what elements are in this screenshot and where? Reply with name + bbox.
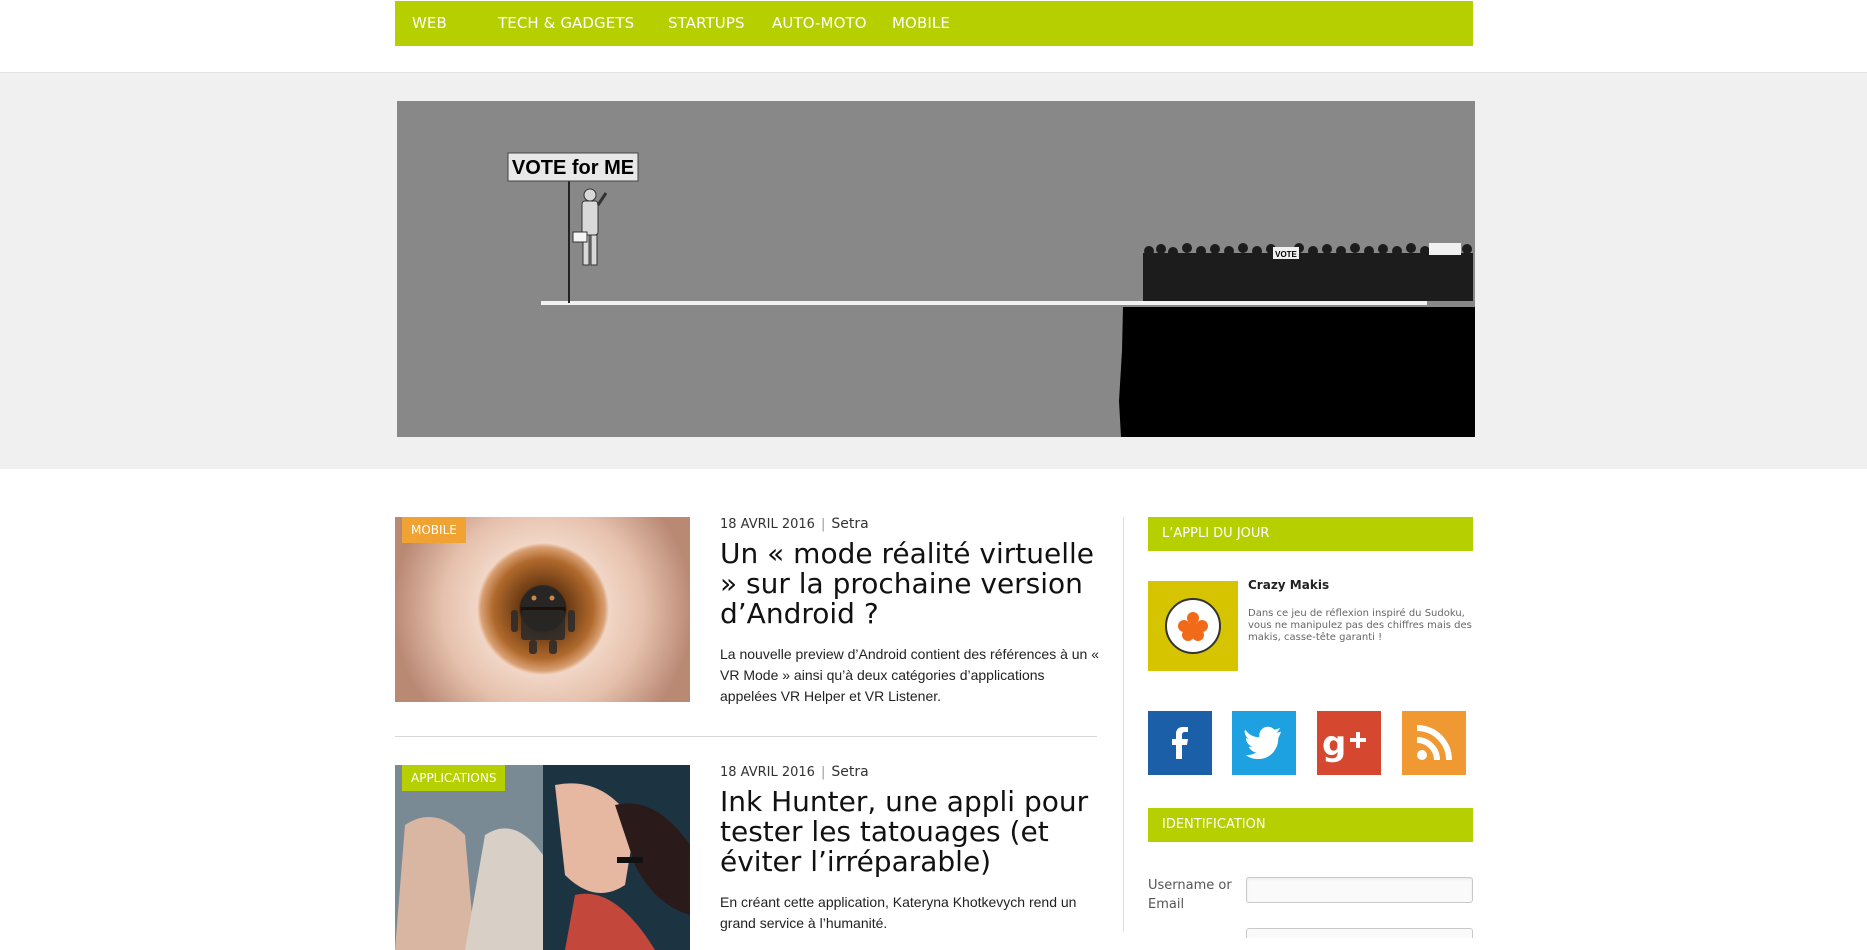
article-meta: 18 AVRIL 2016 | Setra [720,764,869,780]
article-date: 18 AVRIL 2016 [720,765,815,780]
category-badge[interactable]: MOBILE [402,517,466,543]
rss-button[interactable] [1402,711,1466,775]
article-thumbnail[interactable]: MOBILE [395,517,690,702]
article-card: MOBILE 18 AVRIL 2016 | Setra Un « mode réa… [395,516,1100,717]
google-plus-button[interactable]: g [1317,711,1381,775]
twitter-button[interactable] [1232,711,1296,775]
app-of-day-heading: L’APPLI DU JOUR [1148,517,1473,551]
article-meta: 18 AVRIL 2016 | Setra [720,516,869,532]
tattoo-hands-image [395,765,690,950]
username-field[interactable] [1246,877,1473,903]
article-title[interactable]: Ink Hunter, une appli pour tester les ta… [720,787,1100,877]
password-field[interactable] [1246,928,1473,938]
nav-item-web[interactable]: WEB [412,1,447,46]
article-divider [395,736,1097,737]
nav-item-auto-moto[interactable]: AUTO-MOTO [772,1,867,46]
article-card: APPLICATIONS 18 AVRIL 2016 | Setra Ink Hun… [395,764,1100,950]
google-plus-icon: g [1322,724,1366,764]
app-description: Dans ce jeu de réflexion inspiré du Sudo… [1248,608,1472,643]
sidebar-separator [1123,517,1124,932]
makis-icon [1165,598,1221,654]
article-date: 18 AVRIL 2016 [720,517,815,532]
article-title[interactable]: Un « mode réalité virtuelle » sur la pro… [720,539,1100,629]
hero-sign-text: VOTE for ME [512,157,634,179]
crowd-sign-text: VOTE [1275,250,1297,259]
nav-item-tech-gadgets[interactable]: TECH & GADGETS [498,1,634,46]
rss-icon [1416,725,1452,761]
app-icon[interactable] [1148,581,1238,671]
nav-item-startups[interactable]: STARTUPS [668,1,745,46]
nav-item-mobile[interactable]: MOBILE [892,1,950,46]
username-label: Username or Email [1148,878,1232,912]
svg-text:g: g [1322,724,1346,764]
article-author[interactable]: Setra [831,764,868,780]
login-heading: IDENTIFICATION [1148,808,1473,842]
article-thumbnail[interactable]: APPLICATIONS [395,765,690,950]
twitter-icon [1244,726,1282,760]
app-name[interactable]: Crazy Makis [1248,578,1329,592]
article-excerpt: La nouvelle preview d’Android contient d… [720,646,1100,704]
article-excerpt: En créant cette application, Kateryna Kh… [720,894,1077,931]
facebook-icon [1172,727,1188,759]
facebook-button[interactable] [1148,711,1212,775]
android-eye-image [511,585,575,654]
hero-illustration: VOTE for ME VOTE [397,101,1475,437]
category-badge[interactable]: APPLICATIONS [402,765,506,791]
main-nav: WEB TECH & GADGETS STARTUPS AUTO-MOTO MO… [395,1,1473,46]
article-author[interactable]: Setra [831,516,868,532]
hero-banner[interactable]: VOTE for ME VOTE [397,101,1475,437]
